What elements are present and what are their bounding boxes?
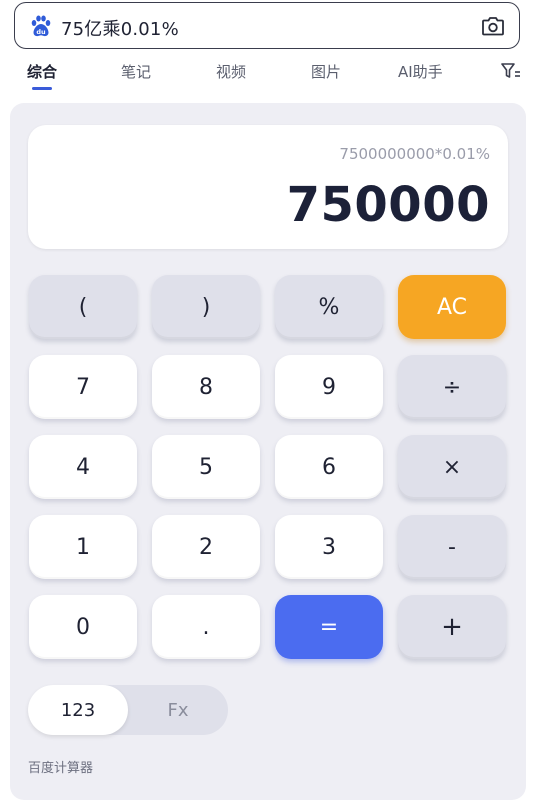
tab-all[interactable]: 综合 [27, 61, 57, 82]
tab-video[interactable]: 视频 [216, 61, 246, 82]
mode-toggle[interactable]: Fx 123 [28, 685, 228, 735]
open-paren-key[interactable]: ( [29, 275, 137, 339]
multiply-key[interactable]: × [398, 435, 506, 499]
expression-text: 7500000000*0.01% [339, 145, 490, 163]
digit-0-key[interactable]: 0 [29, 595, 137, 659]
digit-1-key[interactable]: 1 [29, 515, 137, 579]
all-clear-key[interactable]: AC [398, 275, 506, 339]
digit-4-key[interactable]: 4 [29, 435, 137, 499]
calculator-display: 7500000000*0.01% 750000 [28, 125, 508, 249]
digit-8-key[interactable]: 8 [152, 355, 260, 419]
plus-key[interactable]: + [398, 595, 506, 659]
percent-key[interactable]: % [275, 275, 383, 339]
digit-2-key[interactable]: 2 [152, 515, 260, 579]
divide-key[interactable]: ÷ [398, 355, 506, 419]
digit-7-key[interactable]: 7 [29, 355, 137, 419]
tab-images[interactable]: 图片 [311, 61, 341, 82]
digit-3-key[interactable]: 3 [275, 515, 383, 579]
tab-ai-assistant[interactable]: AI助手 [398, 61, 443, 82]
search-input[interactable]: 75亿乘0.01% [61, 15, 179, 41]
digit-6-key[interactable]: 6 [275, 435, 383, 499]
tab-notes[interactable]: 笔记 [121, 61, 151, 82]
calculator-card: 7500000000*0.01% 750000 ( ) % AC 7 8 9 ÷… [10, 103, 526, 800]
close-paren-key[interactable]: ) [152, 275, 260, 339]
digit-9-key[interactable]: 9 [275, 355, 383, 419]
active-tab-indicator [32, 87, 52, 90]
mode-scientific-button[interactable]: Fx [128, 685, 228, 735]
camera-icon[interactable] [481, 15, 505, 37]
result-text: 750000 [286, 177, 490, 233]
decimal-point-key[interactable]: . [152, 595, 260, 659]
search-bar[interactable]: du 75亿乘0.01% [14, 2, 520, 49]
svg-text:du: du [36, 28, 46, 36]
calculator-source-label: 百度计算器 [28, 761, 94, 776]
mode-basic-button[interactable]: 123 [28, 685, 128, 735]
digit-5-key[interactable]: 5 [152, 435, 260, 499]
filter-icon[interactable] [500, 62, 522, 80]
baidu-paw-icon: du [31, 15, 51, 37]
equals-key[interactable]: = [275, 595, 383, 659]
tab-bar: 综合 笔记 视频 图片 AI助手 [0, 56, 534, 96]
minus-key[interactable]: - [398, 515, 506, 579]
